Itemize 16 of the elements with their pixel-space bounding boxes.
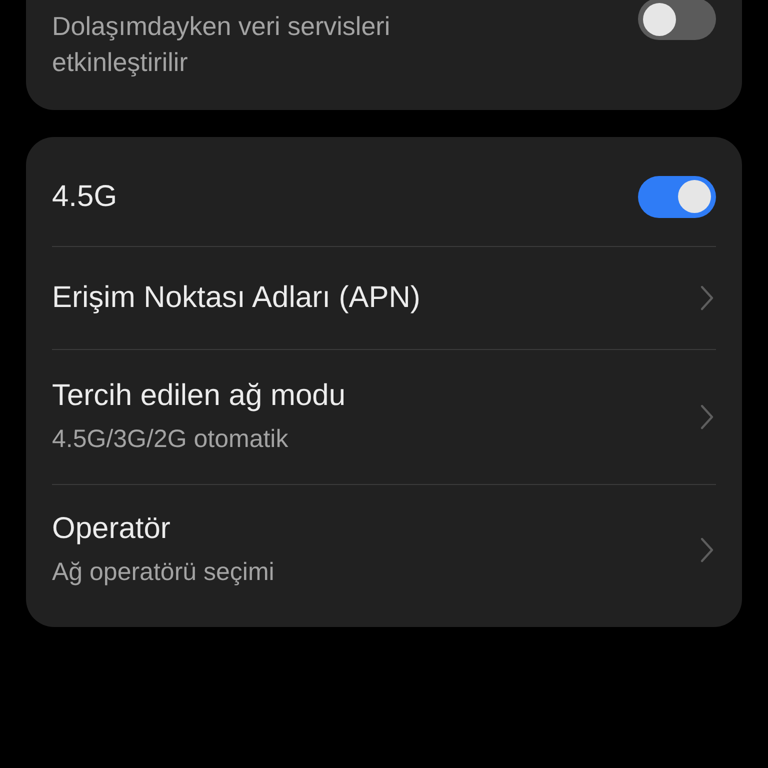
roaming-description: Dolaşımdayken veri servisleri etkinleştirilir [52,10,392,79]
settings-row[interactable]: 4.5G [52,137,716,247]
chevron-right-icon [700,537,714,563]
row-title: Operatör [52,511,172,547]
row-title: Erişim Noktası Adları (APN) [52,280,420,316]
settings-row[interactable]: Erişim Noktası Adları (APN) [52,247,716,350]
settings-row[interactable]: Operatör Ağ operatörü seçimi [52,485,716,615]
toggle-switch[interactable] [638,0,716,40]
row-subtitle: Ağ operatörü seçimi [52,557,274,588]
chevron-right-icon [700,404,714,430]
settings-row[interactable]: Tercih edilen ağ modu 4.5G/3G/2G otomatik [52,350,716,485]
row-title: 4.5G [52,178,118,214]
chevron-right-icon [700,285,714,311]
row-subtitle: 4.5G/3G/2G otomatik [52,424,290,455]
row-title: Tercih edilen ağ modu [52,378,346,414]
toggle-switch[interactable] [638,176,716,218]
